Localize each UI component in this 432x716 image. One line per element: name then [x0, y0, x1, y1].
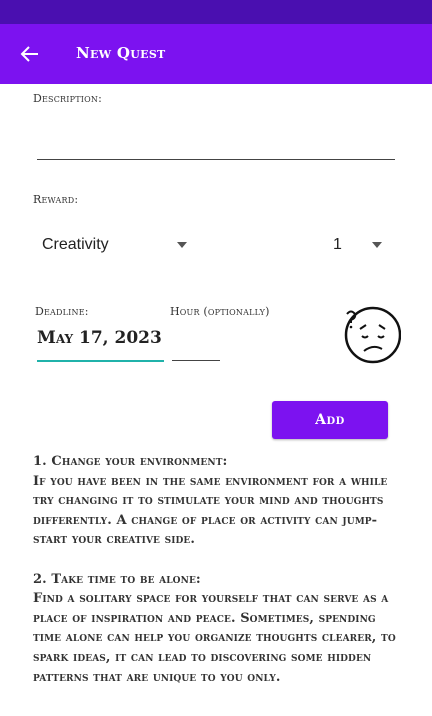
tip2-title: 2. Take time to be alone: [33, 571, 201, 587]
hour-input[interactable] [172, 326, 220, 360]
deadline-underline [37, 360, 164, 362]
page-title: New Quest [76, 44, 166, 62]
tip1-title: 1. Change your environment: [33, 454, 228, 469]
reward-amount-value: 1 [333, 236, 342, 253]
reward-label: Reward: [33, 193, 79, 206]
back-button[interactable] [0, 24, 60, 84]
arrow-left-icon [20, 46, 38, 62]
description-underline [37, 159, 395, 160]
chevron-down-icon [372, 242, 382, 248]
status-bar [0, 0, 432, 24]
tips-section: 1. Change your environment: If you have … [33, 452, 401, 687]
hour-label: Hour (optionally) [170, 305, 270, 318]
add-button[interactable]: Add [272, 401, 388, 439]
deadline-field[interactable]: May 17, 2023 [37, 328, 162, 348]
tip1-body: If you have been in the same environment… [33, 473, 388, 548]
description-label: Description: [33, 92, 102, 105]
reward-category-value: Creativity [42, 236, 109, 253]
confused-face-icon[interactable] [343, 306, 401, 364]
reward-amount-dropdown[interactable]: 1 [333, 230, 388, 260]
reward-category-dropdown[interactable]: Creativity [42, 230, 192, 260]
deadline-label: Deadline: [35, 305, 89, 318]
chevron-down-icon [177, 242, 187, 248]
app-bar: New Quest [0, 24, 432, 84]
tip2-body: Find a solitary space for yourself that … [33, 591, 396, 685]
description-input[interactable] [37, 110, 395, 160]
hour-underline [172, 360, 220, 361]
